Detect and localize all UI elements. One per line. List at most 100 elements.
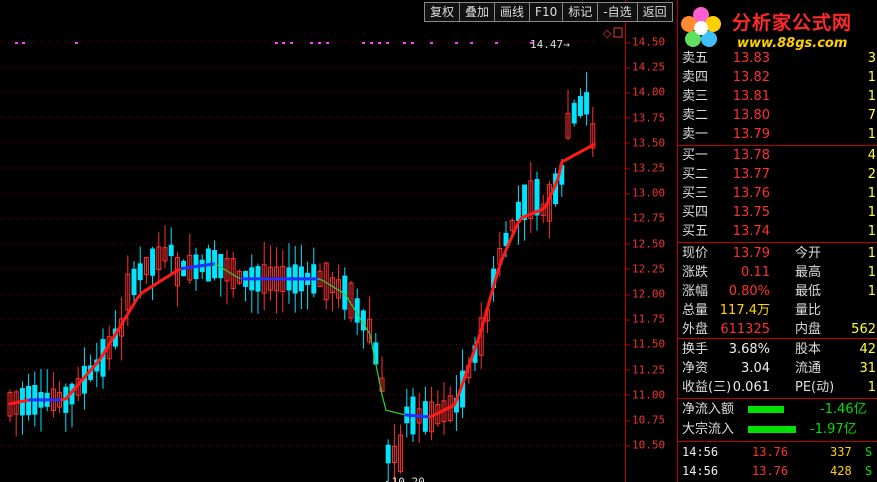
overlay-button[interactable]: 叠加 xyxy=(459,2,495,22)
bid-volume: 2 xyxy=(867,167,876,182)
bid-volume: 1 xyxy=(867,224,876,239)
moving-average-segment xyxy=(480,311,488,329)
price-tick-label: 11.75 xyxy=(626,313,665,326)
fundamental-row[interactable]: 净资 3.04 流通 31 xyxy=(680,359,877,378)
ask-price: 13.79 xyxy=(732,127,770,142)
moving-average-segment xyxy=(208,262,216,266)
diamond-icon: ◇ xyxy=(603,27,612,40)
tick-time: 14:56 xyxy=(682,464,719,478)
quote-panel: 卖五 13.83 3 卖四 13.82 1 卖三 13.81 1 卖二 13.80 7 卖一 13.79 1… xyxy=(677,0,877,482)
bid-label: 买四 xyxy=(682,205,709,220)
stat-value: 611325 xyxy=(720,322,770,337)
flow-bar xyxy=(748,426,796,433)
price-tick-label: 11.50 xyxy=(626,338,665,351)
stat-row[interactable]: 外盘 611325 内盘 562 xyxy=(680,320,877,339)
bid-label: 买五 xyxy=(682,224,709,239)
fundamental-row[interactable]: 换手 3.68% 股本 42 xyxy=(680,340,877,359)
fundamental-row[interactable]: 收益(三) 0.061 PE(动) 1 xyxy=(680,378,877,397)
remove-watchlist-button[interactable]: -自选 xyxy=(597,2,637,22)
bid-row[interactable]: 买三 13.76 1 xyxy=(680,184,877,203)
kline-chart[interactable]: 14.47→ ↖10.20 ◇ xyxy=(0,0,625,482)
stat-row[interactable]: 现价 13.79 今开 1 xyxy=(680,244,877,263)
ask-row[interactable]: 卖三 13.81 1 xyxy=(680,87,877,106)
chart-toolbar: 复权 叠加 画线 F10 标记 -自选 返回 xyxy=(424,2,673,22)
marker-dot xyxy=(495,42,498,44)
fund-flow-row[interactable]: 大宗流入 -1.97亿 xyxy=(680,420,877,439)
price-tick-label: 11.25 xyxy=(626,363,665,376)
ask-price: 13.80 xyxy=(732,108,770,123)
stat-row[interactable]: 涨幅 0.80% 最低 1 xyxy=(680,282,877,301)
fund-label-2: PE(动) xyxy=(795,380,835,395)
restore-rights-button[interactable]: 复权 xyxy=(424,2,460,22)
moving-average-segment xyxy=(389,410,395,413)
price-tick-label: 10.75 xyxy=(626,414,665,427)
bid-row[interactable]: 买五 13.74 1 xyxy=(680,222,877,241)
bid-label: 买一 xyxy=(682,148,709,163)
bid-row[interactable]: 买四 13.75 1 xyxy=(680,203,877,222)
moving-average-segment xyxy=(588,142,596,149)
moving-average-segment xyxy=(496,257,504,273)
bid-price: 13.74 xyxy=(732,224,770,239)
mark-button[interactable]: 标记 xyxy=(562,2,598,22)
bid-row[interactable]: 买一 13.78 4 xyxy=(680,146,877,165)
stat-value: 0.80% xyxy=(728,284,770,299)
bid-price: 13.76 xyxy=(732,186,770,201)
stat-row[interactable]: 总量 117.4万 量比 xyxy=(680,301,877,320)
fund-label-2: 流通 xyxy=(795,361,822,376)
back-button[interactable]: 返回 xyxy=(636,2,673,22)
marker-dot xyxy=(470,42,473,44)
marker-dot xyxy=(326,42,329,44)
moving-average-segment xyxy=(464,361,472,376)
divider xyxy=(678,441,877,442)
ask-price: 13.82 xyxy=(732,70,770,85)
site-logo: 分析家公式网 www.88gs.com xyxy=(677,4,877,56)
ask-label: 卖一 xyxy=(682,127,709,142)
moving-average-segment xyxy=(397,412,403,415)
marker-dot xyxy=(310,42,313,44)
marker-dot xyxy=(386,42,389,44)
ask-row[interactable]: 卖四 13.82 1 xyxy=(680,68,877,87)
flow-value: -1.97亿 xyxy=(810,422,857,437)
stat-value-2: 1 xyxy=(867,265,876,280)
stat-value: 0.11 xyxy=(741,265,770,280)
bid-volume: 1 xyxy=(867,205,876,220)
ask-volume: 7 xyxy=(867,108,876,123)
candle-body xyxy=(168,244,174,257)
draw-line-button[interactable]: 画线 xyxy=(494,2,530,22)
marker-dot xyxy=(75,42,78,44)
marker-dot xyxy=(370,42,373,44)
ask-volume: 1 xyxy=(867,127,876,142)
trade-tick-row[interactable]: 14:56 13.76 337 S xyxy=(680,443,877,461)
tick-price: 13.76 xyxy=(752,445,789,459)
fund-flow-row[interactable]: 净流入额 -1.46亿 xyxy=(680,400,877,419)
divider xyxy=(678,398,877,399)
stat-row[interactable]: 涨跌 0.11 最高 1 xyxy=(680,263,877,282)
fund-value: 3.04 xyxy=(741,361,770,376)
divider xyxy=(678,242,877,243)
bid-label: 买三 xyxy=(682,186,709,201)
candle-body xyxy=(577,96,583,117)
stat-label: 涨幅 xyxy=(682,284,709,299)
stat-value: 13.79 xyxy=(732,246,770,261)
price-tick-label: 13.50 xyxy=(626,136,665,149)
bid-row[interactable]: 买二 13.77 2 xyxy=(680,165,877,184)
fund-label: 净资 xyxy=(682,361,709,376)
stat-label-2: 最高 xyxy=(795,265,822,280)
fund-label-2: 股本 xyxy=(795,342,822,357)
trade-tick-row[interactable]: 14:56 13.76 428 S xyxy=(680,462,877,480)
ask-label: 卖三 xyxy=(682,89,709,104)
candle-body xyxy=(131,268,137,296)
ask-label: 卖四 xyxy=(682,70,709,85)
logo-url-text: www.88gs.com xyxy=(737,36,848,51)
marker-dot xyxy=(411,42,414,44)
low-price-label: ↖10.20 xyxy=(385,475,425,482)
f10-button[interactable]: F10 xyxy=(529,2,563,22)
marker-dot xyxy=(15,42,18,44)
ask-volume: 1 xyxy=(867,89,876,104)
marker-dot xyxy=(362,42,365,44)
ask-row[interactable]: 卖一 13.79 1 xyxy=(680,125,877,144)
price-tick-label: 11.00 xyxy=(626,388,665,401)
ask-row[interactable]: 卖二 13.80 7 xyxy=(680,106,877,125)
high-price-label: 14.47→ xyxy=(530,38,570,51)
flow-label: 净流入额 xyxy=(682,402,735,417)
